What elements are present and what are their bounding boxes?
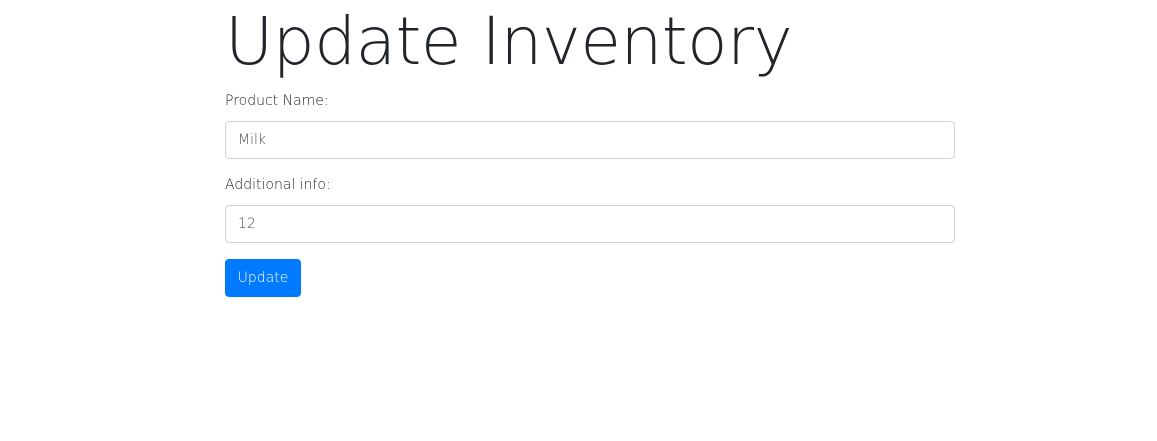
update-button[interactable]: Update bbox=[225, 259, 301, 297]
update-inventory-form: Product Name: Additional info: Update bbox=[225, 91, 955, 297]
additional-info-label: Additional info: bbox=[225, 177, 331, 193]
additional-info-group: Additional info: bbox=[225, 175, 955, 243]
inventory-form-container: Update Inventory Product Name: Additiona… bbox=[225, 0, 955, 297]
additional-info-input[interactable] bbox=[225, 205, 955, 243]
product-name-input[interactable] bbox=[225, 121, 955, 159]
product-name-label: Product Name: bbox=[225, 93, 329, 109]
product-name-group: Product Name: bbox=[225, 91, 955, 159]
page-title: Update Inventory bbox=[225, 3, 793, 80]
